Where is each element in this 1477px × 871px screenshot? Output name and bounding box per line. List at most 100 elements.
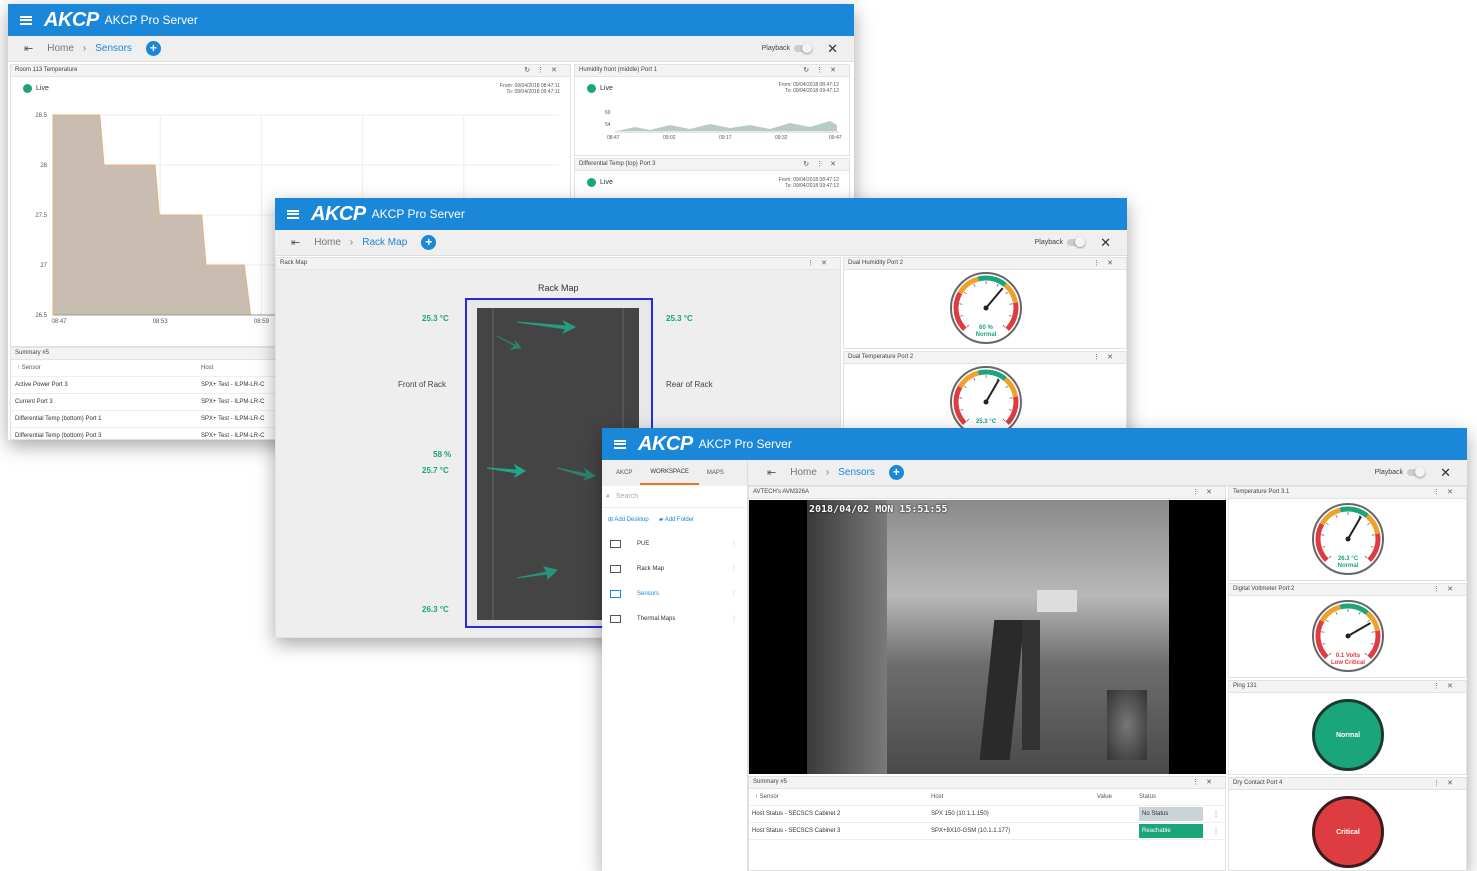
- close-icon[interactable]: ✕: [1100, 235, 1111, 251]
- panel-title: Dual Humidity Port 2: [848, 260, 904, 266]
- col-sensor[interactable]: ↑ Sensor: [11, 365, 201, 371]
- search-icon: ⌕: [606, 492, 610, 500]
- panel-controls[interactable]: ⋮✕: [1192, 488, 1219, 496]
- panel-controls[interactable]: ⋮✕: [807, 259, 834, 267]
- toggle-switch[interactable]: [1067, 237, 1085, 247]
- panel-controls[interactable]: ⋮✕: [1093, 259, 1120, 267]
- col-value[interactable]: Value: [1097, 794, 1139, 800]
- contact-status-circle[interactable]: Critical: [1312, 796, 1384, 868]
- table-row[interactable]: Host Status - SECSCS Cabinet 2 SPX 150 (1…: [749, 806, 1225, 823]
- table-row[interactable]: Host Status - SECSCS Cabinet 3 SPX+8X10-G…: [749, 823, 1225, 840]
- more-icon[interactable]: ⋮: [731, 565, 737, 572]
- panel-controls[interactable]: ↻⋮✕: [803, 160, 843, 168]
- table-header: ↑ Sensor Host Value Status: [749, 789, 1225, 806]
- sensor-humidity-front[interactable]: 58 %: [433, 450, 451, 459]
- toggle-switch[interactable]: [794, 43, 812, 53]
- voltmeter-gauge-panel: Digital Voltmeter Port 2 ⋮✕ 0.1 Volts Low…: [1228, 583, 1467, 678]
- humidity-chart: 60 54 08:47 09:02 09:17 09:32 09:47: [605, 110, 842, 141]
- panel-controls[interactable]: ⋮✕: [1433, 682, 1460, 690]
- col-status[interactable]: Status: [1139, 794, 1156, 800]
- panel-controls[interactable]: ↻⋮✕: [803, 66, 843, 74]
- gauge-status: Low Critical: [1331, 660, 1365, 666]
- logout-icon[interactable]: ⇤: [24, 42, 33, 55]
- toggle-switch[interactable]: [1407, 467, 1425, 477]
- more-icon[interactable]: ⋮: [1213, 828, 1219, 835]
- search-input[interactable]: Search: [616, 493, 638, 500]
- col-sensor[interactable]: ↑ Sensor: [749, 794, 931, 800]
- y-tick: 27: [40, 263, 47, 269]
- breadcrumb: ⇤ Home › Rack Map + Playback ✕: [275, 230, 1127, 256]
- ping-status-circle[interactable]: Normal: [1312, 699, 1384, 771]
- cell-sensor: Host Status - SECSCS Cabinet 2: [752, 811, 841, 817]
- monitor-icon: [610, 614, 621, 623]
- more-icon[interactable]: ⋮: [731, 540, 737, 547]
- more-icon[interactable]: ⋮: [731, 615, 737, 622]
- x-tick: 08:53: [153, 319, 169, 325]
- menu-icon[interactable]: [20, 15, 32, 25]
- logout-icon[interactable]: ⇤: [291, 236, 300, 249]
- gauge-value: 26.3 °C: [1338, 556, 1359, 562]
- panel-controls[interactable]: ⋮✕: [1192, 778, 1219, 786]
- add-button[interactable]: +: [421, 235, 437, 250]
- panel-controls[interactable]: ⋮✕: [1433, 585, 1460, 593]
- more-icon[interactable]: ⋮: [731, 590, 737, 597]
- x-tick: 09:17: [719, 135, 732, 141]
- contact-status-label: Critical: [1336, 828, 1360, 836]
- breadcrumb-current[interactable]: Sensors: [95, 43, 132, 54]
- sensor-temp-front-bottom[interactable]: 26.3 °C: [422, 605, 449, 614]
- tab-akcp[interactable]: AKCP: [602, 470, 640, 476]
- live-indicator: Live: [587, 178, 613, 187]
- breadcrumb-home[interactable]: Home: [314, 237, 341, 248]
- ping-status-label: Normal: [1335, 731, 1361, 739]
- playback-toggle[interactable]: Playback: [761, 43, 812, 53]
- tab-maps[interactable]: MAPS: [699, 470, 732, 476]
- camera-image: 2018/04/02 MON 15:51:55: [807, 500, 1169, 774]
- time-range: From: 09/04/2018 08:47:11 To: 09/04/2018 …: [500, 83, 560, 95]
- time-range: From: 09/04/2018 08:47:12 To: 09/04/2018 …: [779, 177, 839, 189]
- sensor-temp-front-top[interactable]: 25.3 °C: [422, 314, 449, 323]
- panel-controls[interactable]: ⋮✕: [1433, 488, 1460, 496]
- menu-icon[interactable]: [614, 439, 626, 449]
- camera-feed[interactable]: 2018/04/02 MON 15:51:55: [749, 500, 1226, 774]
- breadcrumb-home[interactable]: Home: [790, 467, 817, 478]
- desktop-item[interactable]: PUE ⋮: [602, 531, 747, 556]
- voltmeter-gauge: 0.1 Volts Low Critical: [1312, 600, 1384, 672]
- status-badge: No Status: [1139, 807, 1203, 821]
- sensor-temp-front-mid[interactable]: 25.7 °C: [422, 466, 449, 475]
- panel-controls[interactable]: ↻⋮✕: [524, 66, 564, 74]
- close-icon[interactable]: ✕: [827, 41, 838, 57]
- more-icon[interactable]: ⋮: [1213, 811, 1219, 818]
- cell-sensor: Host Status - SECSCS Cabinet 3: [752, 828, 841, 834]
- desktop-item[interactable]: Thermal Maps ⋮: [602, 606, 747, 631]
- app-title: AKCP Pro Server: [698, 437, 792, 451]
- tab-workspace[interactable]: WORKSPACE: [640, 461, 699, 485]
- breadcrumb-current[interactable]: Sensors: [838, 467, 875, 478]
- playback-label: Playback: [761, 45, 790, 52]
- panel-title: Digital Voltmeter Port 2: [1233, 586, 1295, 592]
- akcp-logo: AKCP: [44, 8, 99, 31]
- humidity-gauge: 60 % Normal: [950, 272, 1022, 344]
- app-title: AKCP Pro Server: [104, 13, 198, 27]
- col-host[interactable]: Host: [201, 365, 213, 371]
- breadcrumb-home[interactable]: Home: [47, 43, 74, 54]
- sensor-temp-rear-top[interactable]: 25.3 °C: [666, 314, 693, 323]
- add-button[interactable]: +: [145, 41, 161, 56]
- add-button[interactable]: +: [888, 465, 904, 480]
- desktop-item[interactable]: Rack Map ⋮: [602, 556, 747, 581]
- sidebar-search[interactable]: ⌕ Search: [602, 486, 747, 508]
- panel-controls[interactable]: ⋮✕: [1433, 779, 1460, 787]
- logout-icon[interactable]: ⇤: [767, 466, 776, 479]
- workspace-sidebar: AKCP WORKSPACE MAPS ⌕ Search ⊞ Add Deskt…: [602, 460, 748, 871]
- menu-icon[interactable]: [287, 209, 299, 219]
- breadcrumb-current[interactable]: Rack Map: [362, 237, 407, 248]
- desktop-label: Sensors: [637, 590, 660, 597]
- add-desktop-button[interactable]: ⊞ Add Desktop: [608, 516, 649, 523]
- close-icon[interactable]: ✕: [1440, 465, 1451, 481]
- playback-toggle[interactable]: Playback: [1375, 467, 1425, 477]
- desktop-item[interactable]: Sensors ⋮: [602, 581, 747, 606]
- playback-toggle[interactable]: Playback: [1035, 237, 1085, 247]
- col-host[interactable]: Host: [931, 794, 1097, 800]
- panel-controls[interactable]: ⋮✕: [1093, 353, 1120, 361]
- arrow-icon: [486, 320, 597, 581]
- add-folder-button[interactable]: ▰ Add Folder: [659, 516, 694, 523]
